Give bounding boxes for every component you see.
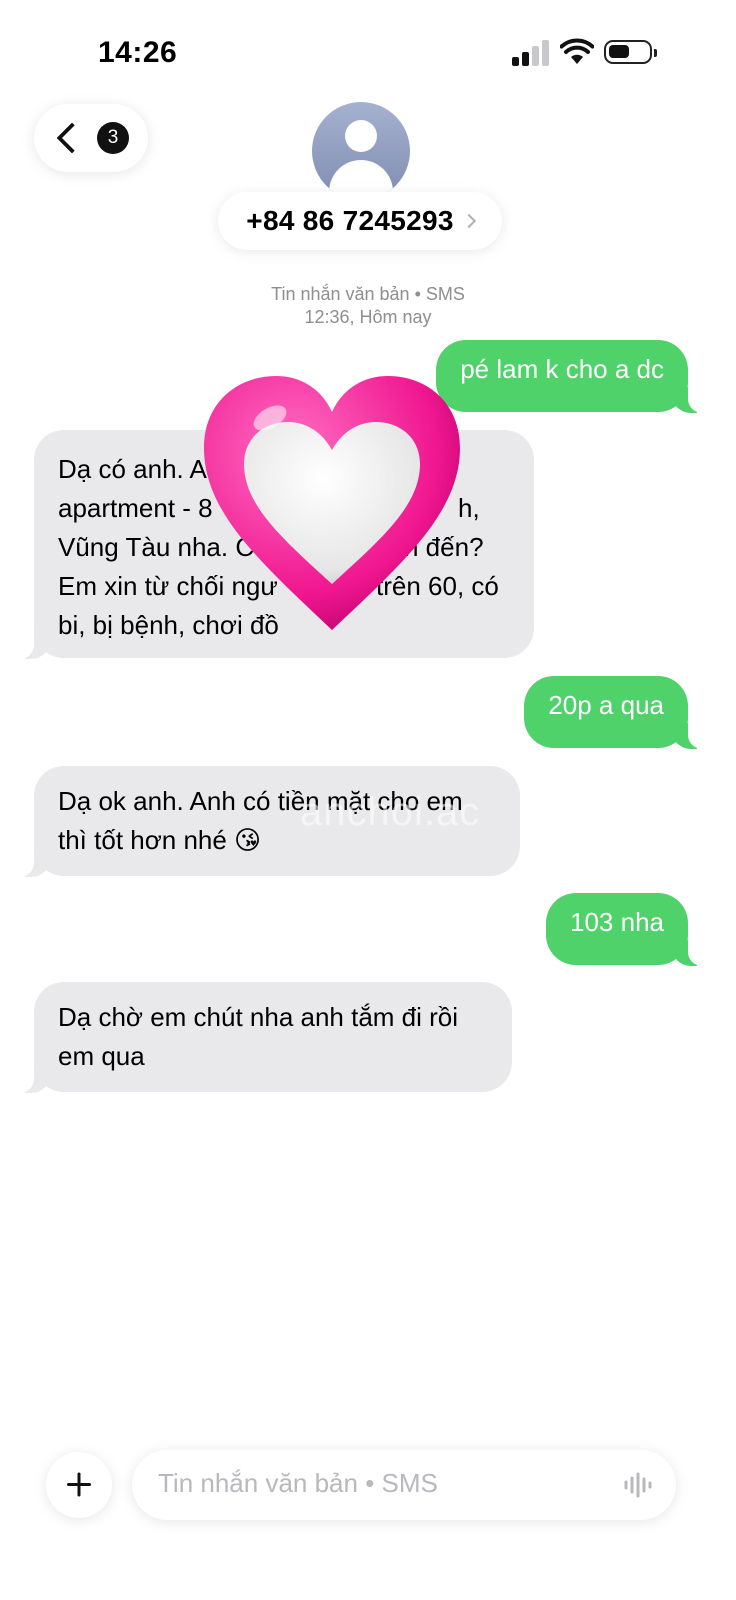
message-input-placeholder: Tin nhắn văn bản • SMS xyxy=(158,1468,438,1498)
contact-phone-number: +84 86 7245293 xyxy=(246,205,454,236)
unread-count-badge: 3 xyxy=(97,122,129,154)
contact-avatar[interactable] xyxy=(312,102,410,200)
cellular-signal-icon xyxy=(512,40,552,66)
back-chevron-icon xyxy=(56,122,88,154)
wifi-icon xyxy=(560,38,594,64)
contact-details-button[interactable]: +84 86 7245293 xyxy=(218,192,502,250)
chevron-right-icon xyxy=(461,213,476,229)
watermark: anchoi.ac xyxy=(300,790,481,834)
service-label: Tin nhắn văn bản • SMS xyxy=(271,284,465,304)
message-sent[interactable]: pé lam k cho a dc xyxy=(436,340,708,413)
plus-button[interactable] xyxy=(46,1452,112,1518)
message-text: 20p a qua xyxy=(548,690,664,720)
waveform-icon[interactable] xyxy=(624,1472,654,1498)
conversation-timestamp: 12:36, Hôm nay xyxy=(304,307,432,327)
message-sent[interactable]: 103 nha xyxy=(546,893,708,966)
heart-sticker[interactable] xyxy=(200,372,464,636)
status-time: 14:26 xyxy=(98,36,178,69)
message-received[interactable]: Dạ chờ em chút nha anh tắm đi rồi em qua xyxy=(14,982,512,1093)
message-line: Dạ chờ em chút nha anh tắm đi rồi xyxy=(58,1002,459,1032)
message-text: 103 nha xyxy=(570,907,664,937)
back-button[interactable]: 3 xyxy=(34,104,148,172)
message-line: em qua xyxy=(58,1041,145,1071)
message-text: pé lam k cho a dc xyxy=(460,354,664,384)
message-sent[interactable]: 20p a qua xyxy=(524,676,708,749)
battery-icon xyxy=(604,40,657,64)
message-input[interactable]: Tin nhắn văn bản • SMS xyxy=(132,1450,676,1520)
